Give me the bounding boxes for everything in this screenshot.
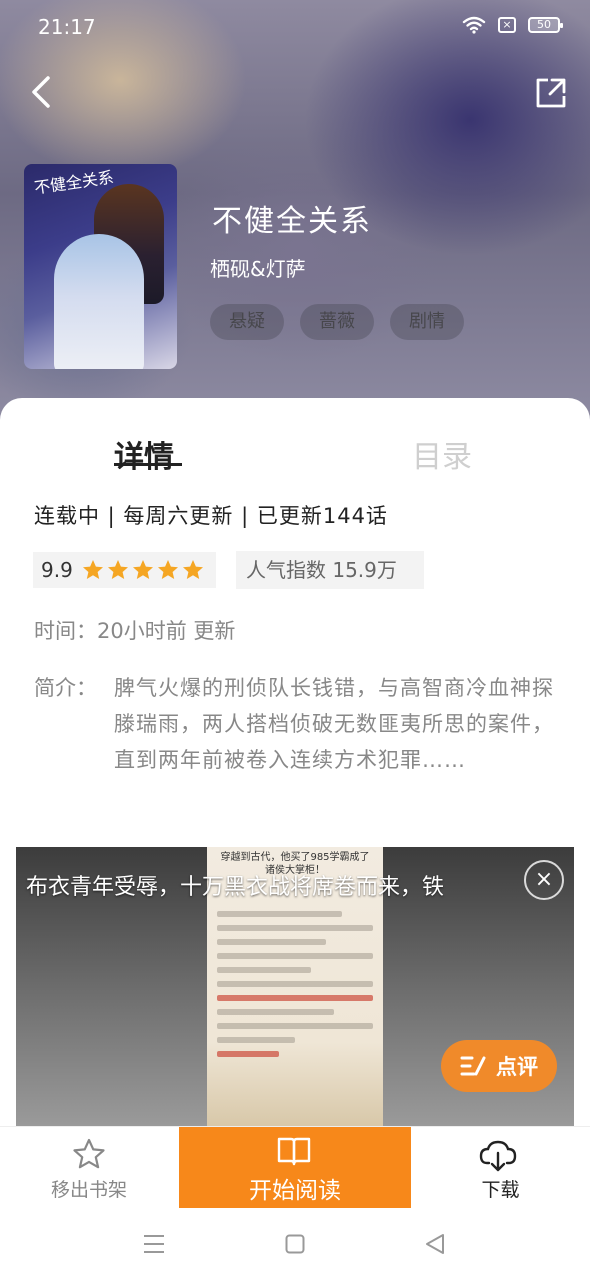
status-icons: × 50 bbox=[462, 16, 563, 34]
tag-drama[interactable]: 剧情 bbox=[390, 304, 464, 340]
cloud-download-icon bbox=[479, 1140, 517, 1172]
tag-list: 悬疑 蔷薇 剧情 bbox=[210, 304, 464, 340]
star-icon bbox=[182, 560, 203, 579]
remove-from-shelf-button[interactable]: 移出书架 bbox=[0, 1127, 178, 1209]
download-label: 下载 bbox=[481, 1179, 520, 1201]
start-reading-label: 开始阅读 bbox=[249, 1178, 341, 1204]
nav-back-icon[interactable] bbox=[425, 1233, 445, 1255]
wifi-icon bbox=[462, 16, 486, 34]
cover-title: 不健全关系 bbox=[32, 167, 115, 198]
book-open-icon bbox=[277, 1137, 311, 1166]
intro-label: 简介： bbox=[34, 676, 97, 700]
book-author[interactable]: 栖砚&灯萨 bbox=[210, 253, 306, 282]
share-icon[interactable] bbox=[532, 74, 570, 110]
download-button[interactable]: 下载 bbox=[411, 1127, 590, 1209]
book-title: 不健全关系 bbox=[212, 204, 372, 239]
ad-caption: 布衣青年受辱，十万黑衣战将席卷而来，铁 bbox=[26, 875, 445, 900]
star-icon bbox=[82, 560, 103, 579]
rating-value: 9.9 bbox=[41, 558, 73, 582]
star-icon bbox=[157, 560, 178, 579]
bottom-action-bar: 移出书架 开始阅读 下载 bbox=[0, 1126, 590, 1209]
review-button[interactable]: 点评 bbox=[441, 1040, 557, 1092]
close-icon[interactable]: × bbox=[524, 860, 564, 900]
tab-detail[interactable]: 详情 bbox=[114, 432, 174, 476]
ad-page-text bbox=[217, 903, 373, 1065]
home-icon[interactable] bbox=[285, 1234, 305, 1254]
update-status: 连载中 | 每周六更新 | 已更新144话 bbox=[34, 504, 388, 528]
rating-box: 9.9 bbox=[33, 552, 216, 588]
tag-rose[interactable]: 蔷薇 bbox=[300, 304, 374, 340]
remove-from-shelf-label: 移出书架 bbox=[50, 1179, 127, 1201]
menu-icon[interactable] bbox=[143, 1234, 165, 1254]
star-icon bbox=[132, 560, 153, 579]
edit-icon bbox=[460, 1056, 486, 1076]
status-time: 21:17 bbox=[38, 15, 96, 39]
book-cover[interactable]: 不健全关系 bbox=[24, 164, 177, 369]
back-arrow-icon[interactable] bbox=[24, 72, 60, 112]
review-label: 点评 bbox=[496, 1055, 538, 1079]
tab-active-indicator bbox=[114, 463, 182, 466]
status-bar: 21:17 × 50 bbox=[0, 0, 590, 52]
cover-figure-female bbox=[54, 234, 144, 369]
star-icon bbox=[107, 560, 128, 579]
start-reading-button[interactable]: 开始阅读 bbox=[179, 1127, 411, 1209]
popularity-index: 人气指数 15.9万 bbox=[236, 551, 424, 589]
system-nav-bar bbox=[0, 1208, 590, 1280]
battery-icon: 50 bbox=[528, 17, 563, 33]
star-outline-icon bbox=[73, 1138, 105, 1169]
update-time: 时间：20小时前 更新 bbox=[34, 619, 236, 643]
tag-suspense[interactable]: 悬疑 bbox=[210, 304, 284, 340]
intro-text[interactable]: 脾气火爆的刑侦队长钱错，与高智商冷血神探滕瑞雨，两人搭档侦破无数匪夷所思的案件，… bbox=[114, 670, 564, 778]
no-sim-icon: × bbox=[498, 17, 516, 33]
tab-catalog[interactable]: 目录 bbox=[412, 432, 472, 476]
